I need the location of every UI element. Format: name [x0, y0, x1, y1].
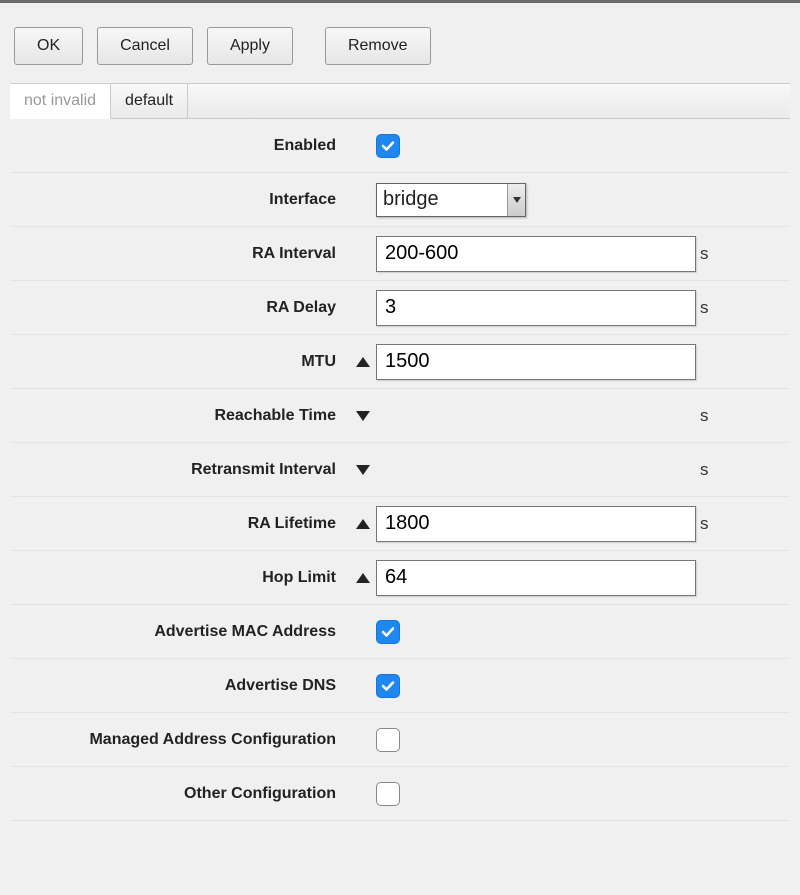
checkbox-advertise-dns[interactable] [376, 674, 400, 698]
label-retransmit-interval: Retransmit Interval [10, 461, 350, 479]
row-reachable-time: Reachable Time s [10, 389, 790, 443]
tab-default[interactable]: default [111, 84, 188, 118]
button-bar: OK Cancel Apply Remove [0, 3, 800, 83]
expand-icon[interactable] [356, 465, 370, 475]
checkbox-advertise-mac[interactable] [376, 620, 400, 644]
label-enabled: Enabled [10, 137, 350, 155]
checkbox-other-conf[interactable] [376, 782, 400, 806]
input-ra-interval[interactable] [376, 236, 696, 272]
unit-ra-lifetime: s [696, 514, 724, 534]
select-interface-value: bridge [383, 188, 439, 211]
tab-not-invalid[interactable]: not invalid [10, 84, 111, 119]
row-ra-lifetime: RA Lifetime s [10, 497, 790, 551]
checkbox-managed-addr[interactable] [376, 728, 400, 752]
row-mtu: MTU [10, 335, 790, 389]
label-ra-lifetime: RA Lifetime [10, 515, 350, 533]
collapse-icon[interactable] [356, 357, 370, 367]
unit-ra-interval: s [696, 244, 724, 264]
input-hop-limit[interactable] [376, 560, 696, 596]
row-enabled: Enabled [10, 119, 790, 173]
row-interface: Interface bridge [10, 173, 790, 227]
row-other-conf: Other Configuration [10, 767, 790, 821]
collapse-icon[interactable] [356, 573, 370, 583]
label-ra-interval: RA Interval [10, 245, 350, 263]
row-ra-interval: RA Interval s [10, 227, 790, 281]
cancel-button[interactable]: Cancel [97, 27, 193, 65]
label-advertise-dns: Advertise DNS [10, 677, 350, 695]
label-mtu: MTU [10, 353, 350, 371]
form-area: Enabled Interface bridge RA Interval s R… [10, 119, 790, 821]
label-other-conf: Other Configuration [10, 785, 350, 803]
unit-retransmit-interval: s [696, 460, 724, 480]
label-reachable-time: Reachable Time [10, 407, 350, 425]
label-ra-delay: RA Delay [10, 299, 350, 317]
apply-button[interactable]: Apply [207, 27, 293, 65]
row-advertise-mac: Advertise MAC Address [10, 605, 790, 659]
label-interface: Interface [10, 191, 350, 209]
collapse-icon[interactable] [356, 519, 370, 529]
row-hop-limit: Hop Limit [10, 551, 790, 605]
dropdown-arrow-icon [507, 184, 525, 216]
remove-button[interactable]: Remove [325, 27, 431, 65]
input-mtu[interactable] [376, 344, 696, 380]
row-managed-addr: Managed Address Configuration [10, 713, 790, 767]
row-retransmit-interval: Retransmit Interval s [10, 443, 790, 497]
expand-icon[interactable] [356, 411, 370, 421]
unit-reachable-time: s [696, 406, 724, 426]
checkbox-enabled[interactable] [376, 134, 400, 158]
tab-bar: not invalid default [10, 83, 790, 119]
select-interface[interactable]: bridge [376, 183, 526, 217]
input-ra-delay[interactable] [376, 290, 696, 326]
input-ra-lifetime[interactable] [376, 506, 696, 542]
label-advertise-mac: Advertise MAC Address [10, 623, 350, 641]
unit-ra-delay: s [696, 298, 724, 318]
row-advertise-dns: Advertise DNS [10, 659, 790, 713]
row-ra-delay: RA Delay s [10, 281, 790, 335]
ok-button[interactable]: OK [14, 27, 83, 65]
label-managed-addr: Managed Address Configuration [10, 731, 350, 749]
label-hop-limit: Hop Limit [10, 569, 350, 587]
